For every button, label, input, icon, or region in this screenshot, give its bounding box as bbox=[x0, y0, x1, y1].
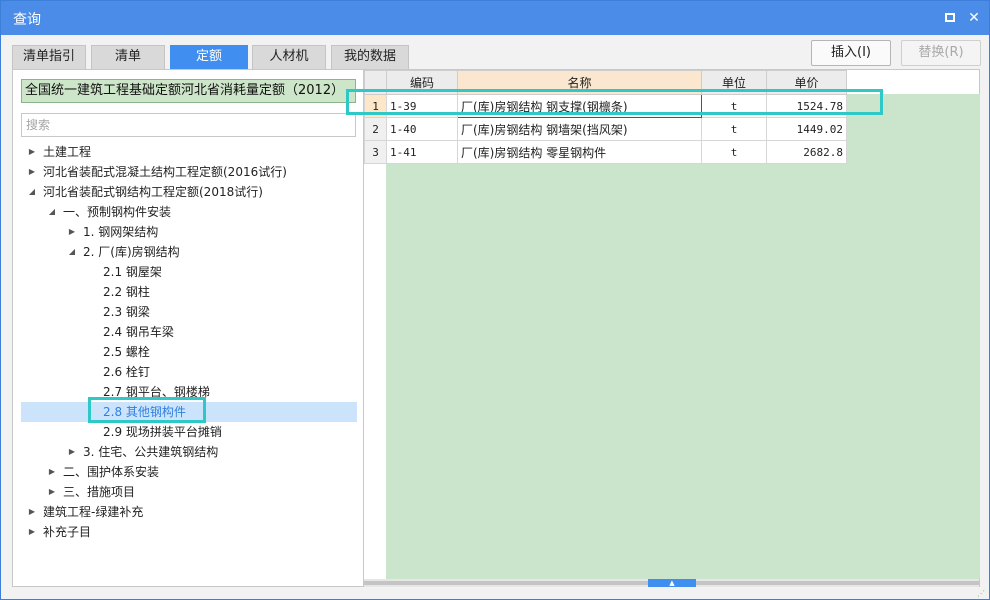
tree-item[interactable]: ▶ 土建工程 bbox=[21, 142, 357, 162]
column-header-code[interactable]: 编码 bbox=[386, 70, 458, 95]
tree-item-label: 2.5 螺栓 bbox=[103, 345, 150, 359]
tree-item[interactable]: 2.3 钢梁 bbox=[21, 302, 357, 322]
tree-item-label: 2.6 栓钉 bbox=[103, 365, 150, 379]
cell-unit[interactable]: t bbox=[701, 140, 767, 164]
tree-item[interactable]: 2.2 钢柱 bbox=[21, 282, 357, 302]
tree-item-label: 河北省装配式钢结构工程定额(2018试行) bbox=[43, 185, 263, 199]
cell-price[interactable]: 1449.02 bbox=[766, 117, 847, 141]
tree-item-label: 2.8 其他钢构件 bbox=[103, 405, 186, 419]
cell-price[interactable]: 2682.8 bbox=[766, 140, 847, 164]
title-bar[interactable]: 查询 ✕ bbox=[1, 1, 989, 35]
row-number[interactable]: 1 bbox=[364, 94, 387, 118]
cell-unit[interactable]: t bbox=[701, 94, 767, 118]
tab-quota[interactable]: 定额 bbox=[170, 45, 248, 69]
tree-item-label: 二、围护体系安装 bbox=[63, 465, 160, 479]
cell-price[interactable]: 1524.78 bbox=[766, 94, 847, 118]
tab-labor-material[interactable]: 人材机 bbox=[252, 45, 326, 69]
insert-button[interactable]: 插入(I) bbox=[811, 40, 891, 66]
tab-bill-guide[interactable]: 清单指引 bbox=[12, 45, 86, 69]
quota-grid: 编码 名称 单位 单价 1 1-39 厂(库)房钢结构 钢支撑(钢檩条) t 1524.… bbox=[364, 70, 847, 164]
tree-item[interactable]: 2.8 其他钢构件 bbox=[21, 402, 357, 422]
tree-item[interactable]: 2.5 螺栓 bbox=[21, 342, 357, 362]
tab-bill[interactable]: 清单 bbox=[91, 45, 165, 69]
column-header-price[interactable]: 单价 bbox=[766, 70, 847, 95]
table-row[interactable]: 1 1-39 厂(库)房钢结构 钢支撑(钢檩条) t 1524.78 bbox=[364, 94, 847, 118]
column-header-name[interactable]: 名称 bbox=[457, 70, 702, 95]
tree-item-label: 补充子目 bbox=[43, 525, 92, 539]
tree-item[interactable]: ▶ 建筑工程-绿建补充 bbox=[21, 502, 357, 522]
collapsed-arrow-icon[interactable]: ▶ bbox=[67, 442, 77, 462]
tree-item-label: 2.7 钢平台、钢楼梯 bbox=[103, 385, 210, 399]
tree-item[interactable]: ▶ 1. 钢网架结构 bbox=[21, 222, 357, 242]
tree-item-label: 2. 厂(库)房钢结构 bbox=[83, 245, 180, 259]
tree-item-label: 三、措施项目 bbox=[63, 485, 136, 499]
expanded-arrow-icon[interactable]: ◢ bbox=[27, 182, 37, 202]
tree-item-label: 建筑工程-绿建补充 bbox=[43, 505, 144, 519]
quota-grid-panel: 编码 名称 单位 单价 1 1-39 厂(库)房钢结构 钢支撑(钢檩条) t 1524.… bbox=[363, 69, 980, 587]
collapsed-arrow-icon[interactable]: ▶ bbox=[27, 502, 37, 522]
cell-code[interactable]: 1-39 bbox=[386, 94, 458, 118]
cell-code[interactable]: 1-40 bbox=[386, 117, 458, 141]
column-header-unit[interactable]: 单位 bbox=[701, 70, 767, 95]
collapsed-arrow-icon[interactable]: ▶ bbox=[47, 482, 57, 502]
collapsed-arrow-icon[interactable]: ▶ bbox=[27, 162, 37, 182]
cell-name[interactable]: 厂(库)房钢结构 钢墙架(挡风架) bbox=[457, 117, 702, 141]
table-row[interactable]: 2 1-40 厂(库)房钢结构 钢墙架(挡风架) t 1449.02 bbox=[364, 117, 847, 141]
tree-item[interactable]: 2.7 钢平台、钢楼梯 bbox=[21, 382, 357, 402]
tree-item-label: 2.4 钢吊车梁 bbox=[103, 325, 174, 339]
tree-item-label: 2.2 钢柱 bbox=[103, 285, 150, 299]
grid-header-row: 编码 名称 单位 单价 bbox=[364, 70, 847, 95]
tree-item-label: 河北省装配式混凝土结构工程定额(2016试行) bbox=[43, 165, 287, 179]
tree-item-label: 3. 住宅、公共建筑钢结构 bbox=[83, 445, 219, 459]
tree-item-label: 一、预制钢构件安装 bbox=[63, 205, 172, 219]
tree-item-label: 2.3 钢梁 bbox=[103, 305, 150, 319]
cell-unit[interactable]: t bbox=[701, 117, 767, 141]
search-input[interactable] bbox=[21, 113, 356, 137]
row-number-header bbox=[364, 70, 387, 95]
horizontal-scrollbar[interactable]: ▲ bbox=[364, 579, 979, 587]
query-dialog: 查询 ✕ 清单指引 清单 定额 人材机 我的数据 插入(I) 替换(R) 全国统… bbox=[0, 0, 990, 600]
tree-item[interactable]: ◢ 一、预制钢构件安装 bbox=[21, 202, 357, 222]
cell-name[interactable]: 厂(库)房钢结构 钢支撑(钢檩条) bbox=[457, 94, 702, 118]
expanded-arrow-icon[interactable]: ◢ bbox=[47, 202, 57, 222]
table-row[interactable]: 3 1-41 厂(库)房钢结构 零星钢构件 t 2682.8 bbox=[364, 140, 847, 164]
tree-item[interactable]: 2.4 钢吊车梁 bbox=[21, 322, 357, 342]
tree-item[interactable]: ▶ 河北省装配式混凝土结构工程定额(2016试行) bbox=[21, 162, 357, 182]
window-title: 查询 bbox=[13, 12, 41, 28]
cell-code[interactable]: 1-41 bbox=[386, 140, 458, 164]
tree-item-label: 土建工程 bbox=[43, 145, 92, 159]
tree-item[interactable]: ▶ 三、措施项目 bbox=[21, 482, 357, 502]
collapsed-arrow-icon[interactable]: ▶ bbox=[67, 222, 77, 242]
row-number[interactable]: 3 bbox=[364, 140, 387, 164]
tree-item[interactable]: 2.6 栓钉 bbox=[21, 362, 357, 382]
cell-name[interactable]: 厂(库)房钢结构 零星钢构件 bbox=[457, 140, 702, 164]
tree-item-label: 2.9 现场拼装平台摊销 bbox=[103, 425, 222, 439]
tree-item[interactable]: 2.9 现场拼装平台摊销 bbox=[21, 422, 357, 442]
tab-my-data[interactable]: 我的数据 bbox=[331, 45, 409, 69]
grid-empty-area bbox=[386, 94, 980, 579]
tree-item-label: 2.1 钢屋架 bbox=[103, 265, 162, 279]
collapsed-arrow-icon[interactable]: ▶ bbox=[27, 522, 37, 542]
close-icon[interactable]: ✕ bbox=[966, 10, 982, 26]
row-number[interactable]: 2 bbox=[364, 117, 387, 141]
resize-grip-icon[interactable]: ⋰ bbox=[977, 589, 987, 599]
tree-item[interactable]: ◢ 2. 厂(库)房钢结构 bbox=[21, 242, 357, 262]
collapsed-arrow-icon[interactable]: ▶ bbox=[27, 142, 37, 162]
maximize-icon[interactable] bbox=[942, 10, 958, 26]
tree-item[interactable]: ▶ 3. 住宅、公共建筑钢结构 bbox=[21, 442, 357, 462]
tree-item[interactable]: ◢ 河北省装配式钢结构工程定额(2018试行) bbox=[21, 182, 357, 202]
replace-button[interactable]: 替换(R) bbox=[901, 40, 981, 66]
scrollbar-handle[interactable]: ▲ bbox=[648, 579, 696, 587]
quota-library-select[interactable]: 全国统一建筑工程基础定额河北省消耗量定额（2012） bbox=[21, 79, 356, 103]
collapsed-arrow-icon[interactable]: ▶ bbox=[47, 462, 57, 482]
tree-item[interactable]: ▶ 补充子目 bbox=[21, 522, 357, 542]
tree-item[interactable]: ▶ 二、围护体系安装 bbox=[21, 462, 357, 482]
expanded-arrow-icon[interactable]: ◢ bbox=[67, 242, 77, 262]
tree-item-label: 1. 钢网架结构 bbox=[83, 225, 159, 239]
tree-item[interactable]: 2.1 钢屋架 bbox=[21, 262, 357, 282]
quota-tree-panel: 全国统一建筑工程基础定额河北省消耗量定额（2012） ▶ 土建工程 ▶ 河北省装配式混… bbox=[12, 69, 364, 587]
